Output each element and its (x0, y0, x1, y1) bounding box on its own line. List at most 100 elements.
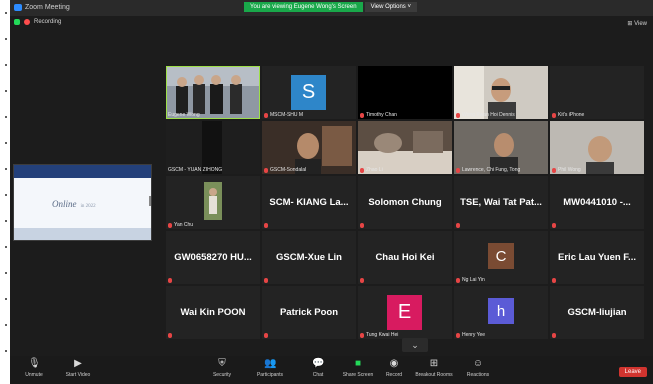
record-button[interactable]: ◉ Record (372, 358, 416, 378)
avatar-tile-e[interactable]: E Tung Kwai Hei (358, 286, 452, 339)
participant-name: TSE, Wai Tat Pat... (460, 197, 542, 208)
reactions-button[interactable]: ☺ Reactions (456, 358, 500, 378)
name-tile-xuelin[interactable]: GSCM-Xue Lin (262, 231, 356, 284)
resize-handle[interactable] (149, 196, 151, 206)
name-tile-mw[interactable]: MW0441010 -... (550, 176, 644, 229)
video-tile-iphone[interactable]: Kit’s iPhone (550, 66, 644, 119)
participant-name: GW0658270 HU... (174, 252, 252, 263)
participant-name: Yan Chu (174, 222, 194, 228)
name-tile-gw[interactable]: GW0658270 HU... (166, 231, 260, 284)
tile-label: Yan Chu (168, 222, 193, 228)
video-tile-yan[interactable]: Yan Chu (166, 176, 260, 229)
zoom-app-icon (14, 4, 22, 11)
name-tile-tse[interactable]: TSE, Wai Tat Pat... (454, 176, 548, 229)
name-tile-chau[interactable]: Chau Hoi Kei (358, 231, 452, 284)
mic-muted-icon (264, 223, 268, 228)
participant-name: Solomon Chung (368, 197, 442, 208)
participant-name: Eric Lau Yuen F... (558, 252, 636, 263)
mic-muted-icon (360, 223, 364, 228)
avatar: S (291, 75, 326, 110)
tile-label (360, 278, 364, 283)
mic-muted-icon (456, 167, 460, 173)
participant-name: MSCM-SHU M (270, 112, 304, 118)
participant-name: SCM- KIANG La... (269, 197, 349, 208)
mic-muted-icon (168, 278, 172, 283)
name-tile-patrick[interactable]: Patrick Poon (262, 286, 356, 339)
mic-muted-icon (360, 332, 364, 338)
mic-muted-icon (552, 278, 556, 283)
view-options-button[interactable]: View Options ˅ (364, 2, 417, 12)
shield-icon[interactable] (14, 19, 20, 25)
mic-muted-icon (264, 167, 268, 173)
shared-screen-thumbnail[interactable]: Online in 2022 (13, 164, 152, 241)
breakout-rooms-button[interactable]: ⊞ Breakout Rooms (412, 358, 456, 378)
chat-button[interactable]: 💬 Chat (296, 358, 340, 378)
participant-name: Zhao Li (366, 167, 383, 173)
video-tile-zhao[interactable]: Zhao Li (358, 121, 452, 174)
participant-name: Patrick Poon (279, 307, 339, 318)
name-tile-kiang[interactable]: SCM- KIANG La... (262, 176, 356, 229)
mic-muted-icon (264, 333, 268, 338)
video-tile-eugene[interactable]: Eugene Wong (166, 66, 260, 119)
participant-name: Chau Hoi Kei (375, 252, 435, 263)
avatar-tile-mscm[interactable]: S MSCM-SHU M (262, 66, 356, 119)
participant-name: Tung Kwai Hei (366, 332, 399, 338)
tile-label: Henry Yee (456, 332, 485, 338)
mic-muted-icon (168, 333, 172, 338)
record-label: Record (385, 372, 403, 378)
name-tile-liujian[interactable]: GSCM-liujian (550, 286, 644, 339)
mic-muted-icon (168, 222, 172, 228)
participant-name: GSCM-Sondalal (270, 167, 307, 173)
avatar: h (488, 298, 514, 324)
start-video-label: Start Video (65, 372, 91, 378)
video-tile-yuan[interactable]: GSCM - YUAN ZIHONG (166, 121, 260, 174)
mic-muted-icon (552, 333, 556, 338)
participant-name: Lawrence, Chi Fung, Tong (462, 167, 521, 173)
unmute-button[interactable]: 🎙 Unmute (12, 358, 56, 378)
share-indicator: You are viewing Eugene Wong's Screen Vie… (244, 2, 417, 12)
tile-label (264, 278, 268, 283)
video-tile-sondalal[interactable]: GSCM-Sondalal (262, 121, 356, 174)
video-tile-timothy[interactable]: Timothy Chan (358, 66, 452, 119)
unmute-label: Unmute (25, 372, 43, 378)
share-status-label: You are viewing Eugene Wong's Screen (244, 2, 363, 12)
avatar-tile-h[interactable]: h Henry Yee (454, 286, 548, 339)
participant-name: Kit’s iPhone (558, 112, 585, 118)
tile-label: Timothy Chan (360, 112, 397, 118)
leave-button[interactable]: Leave (618, 367, 647, 377)
participant-name: Wai Kin POON (180, 307, 246, 318)
tile-label: Ng Lai Yin (456, 277, 485, 283)
mic-muted-icon (360, 167, 364, 173)
tile-label: MSCM-SHU M (264, 112, 303, 118)
mic-muted-icon (552, 112, 556, 118)
tile-label: Lawrence, Chi Fung, Tong (456, 167, 520, 173)
participant-name: Eugene Wong (168, 112, 200, 118)
security-button[interactable]: ⛨ Security (200, 358, 244, 378)
participants-icon: 👥 (264, 358, 277, 369)
tile-label: Kit’s iPhone (552, 112, 584, 118)
participant-name: Ng Lai Yin (462, 277, 485, 283)
mic-muted-icon (552, 167, 556, 173)
shared-subtitle-text: in 2022 (80, 204, 96, 209)
video-off-icon: ▶ (74, 358, 82, 369)
mic-muted-icon (456, 332, 460, 338)
mic-muted-icon (456, 277, 460, 283)
video-tile-phil[interactable]: Phil Wong (550, 121, 644, 174)
avatar-tile-c[interactable]: C Ng Lai Yin (454, 231, 548, 284)
security-label: Security (212, 372, 232, 378)
view-label: View (634, 21, 647, 27)
video-tile-wong[interactable]: Wong Kwan Hoi Dennis (454, 66, 548, 119)
video-tile-lawrence[interactable]: Lawrence, Chi Fung, Tong (454, 121, 548, 174)
avatar: E (387, 295, 422, 330)
chevron-down-icon[interactable]: ⌄ (402, 338, 428, 352)
thumbnail-base (14, 228, 151, 240)
name-tile-waikin[interactable]: Wai Kin POON (166, 286, 260, 339)
start-video-button[interactable]: ▶ Start Video (56, 358, 100, 378)
window-title: Zoom Meeting (25, 4, 70, 11)
name-tile-eric[interactable]: Eric Lau Yuen F... (550, 231, 644, 284)
shared-title-text: Online (52, 199, 77, 209)
view-button[interactable]: ⊞ View (627, 20, 647, 27)
participants-button[interactable]: 👥 Participants (248, 358, 292, 378)
thumbnail-header (14, 165, 151, 178)
name-tile-solomon[interactable]: Solomon Chung (358, 176, 452, 229)
